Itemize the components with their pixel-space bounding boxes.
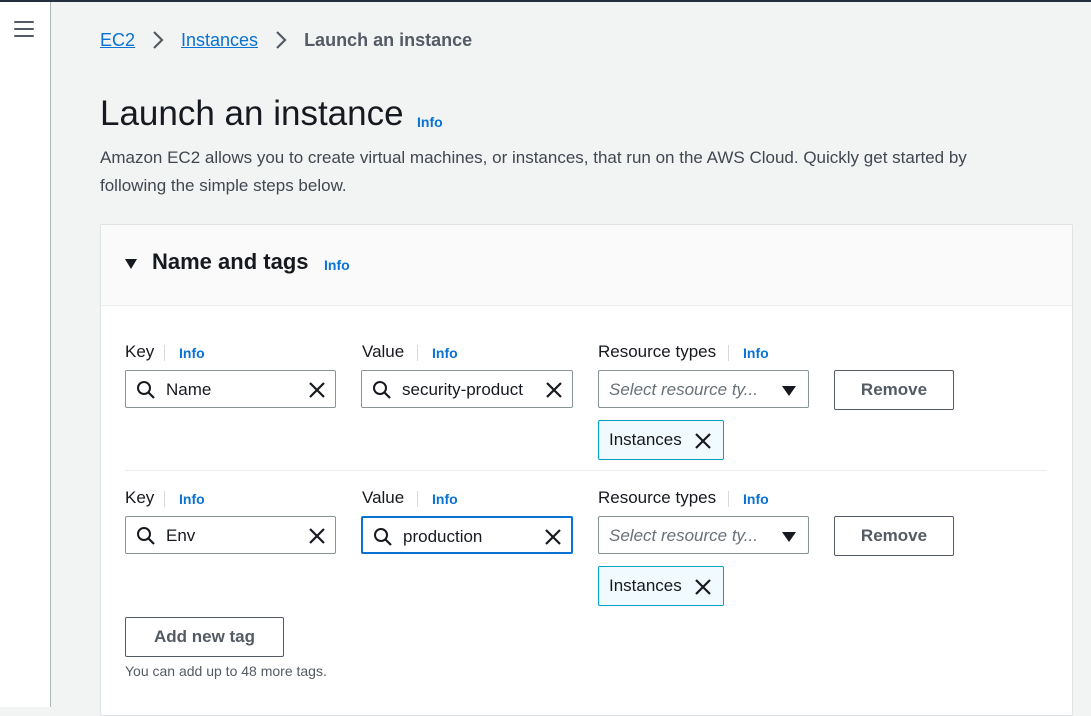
search-icon	[374, 528, 392, 546]
main-content: EC2 Instances Launch an instance Launch …	[51, 2, 1091, 716]
caret-down-icon[interactable]	[125, 259, 137, 269]
panel-title: Name and tags	[152, 249, 309, 274]
dismiss-token-icon[interactable]	[693, 577, 713, 597]
tag-row: Key Info Env Value Info production Resou…	[125, 488, 1045, 638]
dropdown-arrow-icon	[782, 532, 796, 542]
panel-header[interactable]: Name and tags Info	[101, 225, 1072, 306]
chevron-right-icon	[276, 31, 287, 49]
remove-tag-button[interactable]: Remove	[834, 370, 954, 410]
page-info-link[interactable]: Info	[417, 114, 443, 130]
clear-icon[interactable]	[543, 527, 563, 547]
breadcrumb-ec2-link[interactable]: EC2	[100, 30, 135, 51]
resource-type-token: Instances	[598, 566, 724, 606]
tags-remaining-hint: You can add up to 48 more tags.	[125, 663, 327, 679]
token-label: Instances	[609, 430, 682, 449]
dismiss-token-icon[interactable]	[693, 431, 713, 451]
search-icon	[137, 527, 155, 545]
resource-types-info-link[interactable]: Info	[728, 491, 769, 507]
key-input[interactable]: Name	[125, 370, 336, 408]
resource-types-placeholder: Select resource ty...	[609, 526, 758, 545]
panel-info-link[interactable]: Info	[324, 257, 350, 273]
side-navigation	[0, 2, 51, 707]
resource-types-select[interactable]: Select resource ty...	[598, 370, 809, 408]
key-label: Key	[125, 488, 155, 507]
value-label: Value	[362, 342, 405, 361]
breadcrumb: EC2 Instances Launch an instance	[100, 29, 472, 51]
value-info-link[interactable]: Info	[417, 345, 458, 361]
value-label: Value	[362, 488, 405, 507]
name-and-tags-panel: Name and tags Info Key Info Name Value I…	[100, 224, 1073, 716]
breadcrumb-instances-link[interactable]: Instances	[181, 30, 258, 51]
resource-types-placeholder: Select resource ty...	[609, 380, 758, 399]
key-info-link[interactable]: Info	[164, 491, 205, 507]
key-value: Name	[166, 380, 212, 399]
value-value: security-product	[402, 380, 523, 399]
resource-types-info-link[interactable]: Info	[728, 345, 769, 361]
clear-icon[interactable]	[307, 526, 327, 546]
key-value: Env	[166, 526, 196, 545]
resource-types-select[interactable]: Select resource ty...	[598, 516, 809, 554]
resource-types-label: Resource types	[598, 342, 717, 361]
row-divider	[125, 470, 1047, 471]
value-info-link[interactable]: Info	[417, 491, 458, 507]
key-label: Key	[125, 342, 155, 361]
dropdown-arrow-icon	[782, 386, 796, 396]
key-input[interactable]: Env	[125, 516, 336, 554]
clear-icon[interactable]	[307, 380, 327, 400]
token-label: Instances	[609, 576, 682, 595]
value-value: production	[403, 527, 483, 546]
search-icon	[373, 381, 391, 399]
remove-tag-button[interactable]: Remove	[834, 516, 954, 556]
chevron-right-icon	[153, 31, 164, 49]
key-info-link[interactable]: Info	[164, 345, 205, 361]
clear-icon[interactable]	[544, 380, 564, 400]
page-description: Amazon EC2 allows you to create virtual …	[100, 148, 967, 195]
breadcrumb-current: Launch an instance	[304, 29, 473, 50]
add-new-tag-button[interactable]: Add new tag	[125, 617, 284, 657]
resource-type-token: Instances	[598, 420, 724, 460]
resource-types-label: Resource types	[598, 488, 717, 507]
page-title: Launch an instance	[100, 94, 404, 133]
value-input[interactable]: security-product	[361, 370, 573, 408]
hamburger-menu-icon[interactable]	[14, 21, 34, 37]
value-input[interactable]: production	[361, 516, 573, 554]
search-icon	[137, 381, 155, 399]
